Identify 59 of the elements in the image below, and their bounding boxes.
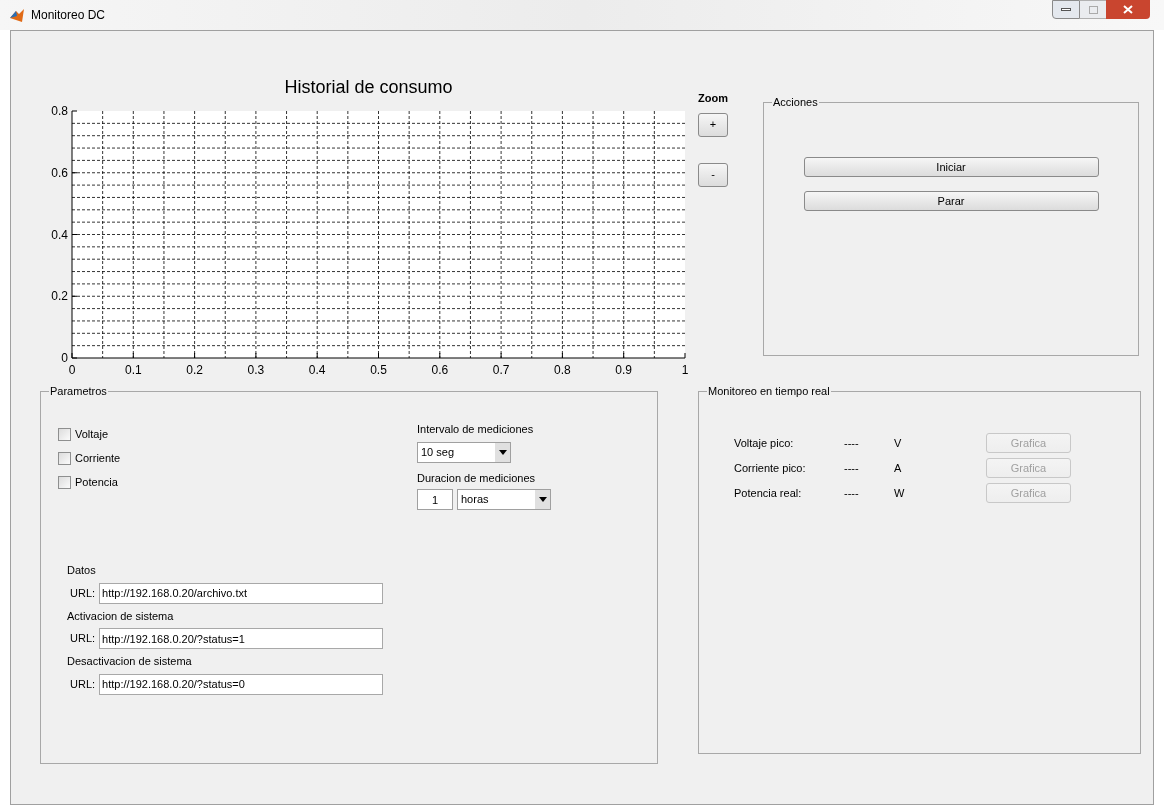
url-section-heading: Desactivacion de sistema [67,654,193,669]
checkbox-option[interactable]: Voltaje [58,426,417,442]
reading-unit: W [894,485,906,501]
reading-label: Potencia real: [734,485,803,501]
dropdown[interactable]: horas [457,489,551,510]
x-tick-label: 0.1 [124,363,142,377]
checkbox-option[interactable]: Corriente [58,450,417,466]
url-label: URL: [70,676,96,692]
y-tick-label: 0.4 [51,227,68,242]
reading-unit: V [894,435,903,451]
y-tick-label: 0.6 [51,165,68,180]
zoom-out-button[interactable]: - [698,162,728,187]
panel-title: Acciones [772,97,819,108]
push-button[interactable]: Iniciar [803,157,1099,177]
x-tick-label: 0.7 [492,363,510,377]
reading-label: Voltaje pico: [734,435,795,451]
x-tick-label: 0.2 [186,363,203,377]
dropdown[interactable]: 10 seg [417,441,511,463]
x-tick-label: 0.9 [615,363,633,377]
zoom-in-button[interactable]: + [698,112,728,137]
close-icon [1123,5,1133,14]
chart-title: Historial de consumo [284,77,453,97]
x-tick-label: 0 [68,363,76,377]
y-tick-label: 0 [61,351,68,365]
reading-value: ---- [844,460,860,476]
x-tick-label: 1 [681,363,689,377]
zoom-label: Zoom [698,91,728,106]
y-tick-label: 0.8 [51,104,68,118]
url-field[interactable]: http://192.168.0.20/?status=0 [99,673,384,695]
panel-title: Monitoreo en tiempo real [707,386,831,397]
checkbox-option[interactable]: Potencia [58,474,417,490]
reading-label: Corriente pico: [734,460,807,476]
app-icon [9,7,25,23]
push-button[interactable]: Parar [803,191,1099,211]
minimize-button[interactable] [1052,0,1080,19]
url-label: URL: [70,631,96,647]
close-button[interactable] [1106,0,1150,19]
reading-unit: A [894,460,903,476]
checkbox[interactable] [58,475,71,489]
url-section-heading: Datos [67,563,97,578]
x-tick-label: 0.4 [308,363,326,377]
checkbox[interactable] [58,451,71,465]
duration-field[interactable]: 1 [417,489,453,510]
x-tick-label: 0.6 [431,363,449,377]
url-label: URL: [70,585,96,601]
window-title: Monitoreo DC [31,7,106,24]
panel-title: Parametros [49,386,108,397]
url-field[interactable]: http://192.168.0.20/?status=1 [99,628,384,649]
duration-label: Duracion de mediciones [417,470,536,486]
x-tick-label: 0.3 [247,363,265,377]
reading-value: ---- [844,435,860,451]
interval-label: Intervalo de mediciones [417,422,535,437]
reading-value: ---- [844,485,860,501]
x-tick-label: 0.8 [554,363,571,377]
url-field[interactable]: http://192.168.0.20/archivo.txt [99,582,384,604]
url-section-heading: Activacion de sistema [67,608,175,624]
checkbox[interactable] [58,427,71,441]
y-tick-label: 0.2 [51,289,68,304]
x-tick-label: 0.5 [370,363,387,377]
